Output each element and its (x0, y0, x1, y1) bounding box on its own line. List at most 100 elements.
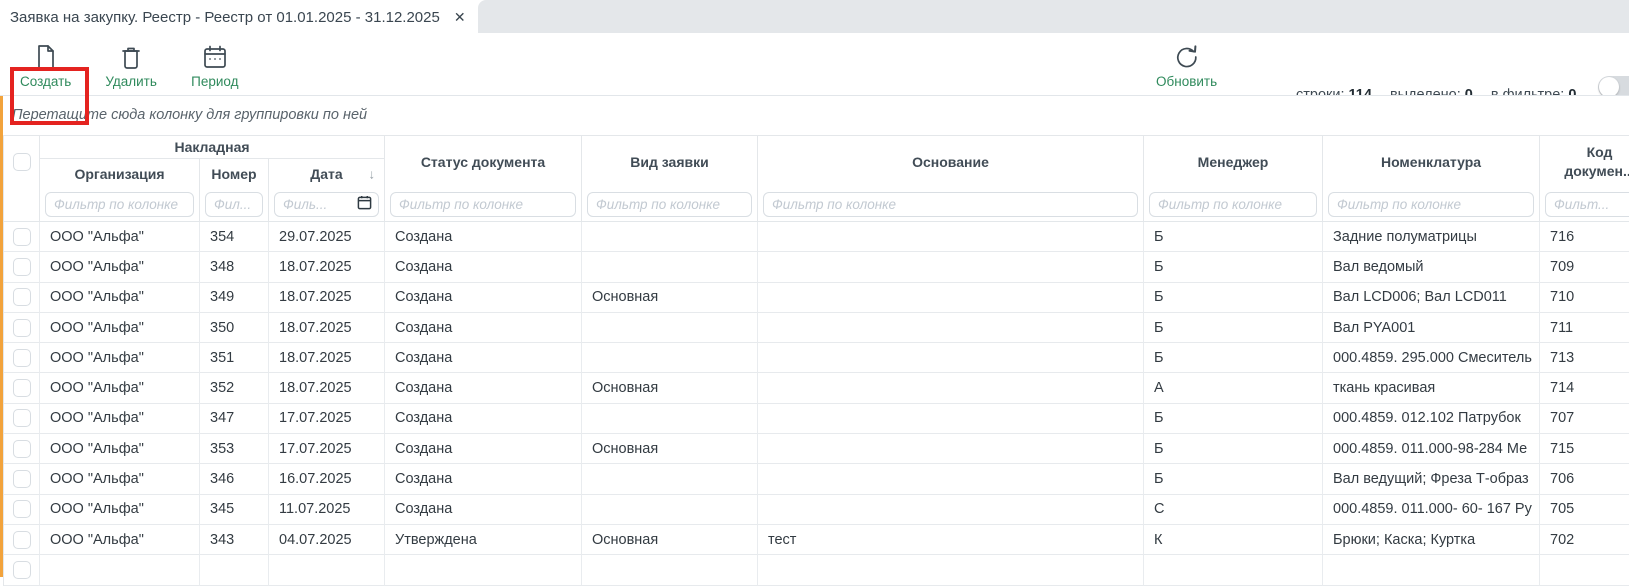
row-checkbox-cell (4, 373, 40, 403)
column-header-status[interactable]: Статус документа (385, 136, 582, 188)
row-checkbox[interactable] (13, 288, 31, 306)
refresh-button-label: Обновить (1156, 74, 1217, 89)
cell-mgr: Б (1144, 464, 1323, 494)
cell-date: 17.07.2025 (269, 434, 385, 464)
table-row[interactable]: ООО "Альфа"35118.07.2025СозданаБ000.4859… (4, 343, 1629, 373)
row-checkbox[interactable] (13, 228, 31, 246)
cell-org: ООО "Альфа" (40, 252, 200, 282)
row-checkbox-cell (4, 222, 40, 252)
column-header-number[interactable]: Номер (200, 159, 269, 188)
row-checkbox[interactable] (13, 379, 31, 397)
cell-vid: Основная (582, 283, 758, 313)
row-checkbox-cell (4, 252, 40, 282)
filter-input-number[interactable] (205, 192, 263, 217)
cell-org (40, 555, 200, 585)
row-checkbox[interactable] (13, 470, 31, 488)
row-checkbox[interactable] (13, 409, 31, 427)
table-row[interactable]: ООО "Альфа"34717.07.2025СозданаБ000.4859… (4, 404, 1629, 434)
cell-osn (758, 252, 1144, 282)
tab-close-icon[interactable]: ✕ (454, 10, 466, 24)
column-header-date[interactable]: Дата ↓ (269, 159, 385, 188)
row-checkbox[interactable] (13, 258, 31, 276)
column-header-organization[interactable]: Организация (40, 159, 200, 188)
column-group-nakladnaya[interactable]: Накладная (40, 136, 385, 159)
calendar-icon (202, 44, 228, 70)
cell-code: 706 (1540, 464, 1629, 494)
cell-mgr: Б (1144, 404, 1323, 434)
table-row[interactable]: ООО "Альфа"34304.07.2025УтвержденаОсновн… (4, 525, 1629, 555)
cell-org: ООО "Альфа" (40, 404, 200, 434)
refresh-button[interactable]: Обновить (1152, 38, 1221, 93)
cell-number: 343 (200, 525, 269, 555)
tab-active[interactable]: Заявка на закупку. Реестр - Реестр от 01… (0, 0, 478, 34)
filter-input-nomenclature[interactable] (1328, 192, 1534, 217)
cell-code: 715 (1540, 434, 1629, 464)
column-header-nomenclature[interactable]: Номенклатура (1323, 136, 1540, 188)
select-all-cell (4, 136, 40, 188)
row-checkbox[interactable] (13, 561, 31, 579)
table-row[interactable]: ООО "Альфа"35429.07.2025СозданаБЗадние п… (4, 222, 1629, 252)
delete-button[interactable]: Удалить (101, 38, 161, 93)
column-header-request-type[interactable]: Вид заявки (582, 136, 758, 188)
cell-osn (758, 373, 1144, 403)
trash-icon (119, 44, 143, 70)
cell-status: Создана (385, 464, 582, 494)
cell-date: 16.07.2025 (269, 464, 385, 494)
row-checkbox[interactable] (13, 500, 31, 518)
cell-org: ООО "Альфа" (40, 495, 200, 525)
period-button[interactable]: Период (187, 38, 243, 93)
table-row[interactable]: ООО "Альфа"34918.07.2025СозданаОсновнаяБ… (4, 283, 1629, 313)
row-checkbox-cell (4, 555, 40, 585)
table-row[interactable]: ООО "Альфа"35317.07.2025СозданаОсновнаяБ… (4, 434, 1629, 464)
cell-nom (1323, 555, 1540, 585)
tab-title: Заявка на закупку. Реестр - Реестр от 01… (10, 9, 440, 26)
row-checkbox[interactable] (13, 531, 31, 549)
cell-number: 345 (200, 495, 269, 525)
table-row[interactable]: ООО "Альфа"34616.07.2025СозданаБВал веду… (4, 464, 1629, 494)
cell-vid (582, 495, 758, 525)
row-checkbox[interactable] (13, 349, 31, 367)
cell-status (385, 555, 582, 585)
date-picker-icon[interactable] (357, 195, 372, 215)
column-header-manager[interactable]: Менеджер (1144, 136, 1323, 188)
cell-osn (758, 313, 1144, 343)
column-header-date-label: Дата (310, 166, 342, 182)
table-body: ООО "Альфа"35429.07.2025СозданаБЗадние п… (4, 222, 1629, 586)
filter-input-status[interactable] (390, 192, 576, 217)
filter-cell-organization (40, 188, 200, 222)
cell-date: 04.07.2025 (269, 525, 385, 555)
cell-mgr: А (1144, 373, 1323, 403)
filter-input-manager[interactable] (1149, 192, 1317, 217)
filter-input-request-type[interactable] (587, 192, 752, 217)
cell-date: 18.07.2025 (269, 283, 385, 313)
cell-vid (582, 313, 758, 343)
filter-input-organization[interactable] (45, 192, 194, 217)
create-button[interactable]: Создать (16, 38, 75, 93)
table-row[interactable]: ООО "Альфа"34818.07.2025СозданаБВал ведо… (4, 252, 1629, 282)
new-document-icon (34, 44, 58, 70)
cell-mgr: Б (1144, 313, 1323, 343)
select-all-checkbox[interactable] (13, 153, 31, 171)
table-row[interactable] (4, 555, 1629, 585)
filter-input-basis[interactable] (763, 192, 1138, 217)
group-by-drop-zone[interactable]: Перетащите сюда колонку для группировки … (0, 96, 1629, 135)
filter-cell-doc-code (1540, 188, 1629, 222)
table-row[interactable]: ООО "Альфа"34511.07.2025СозданаС000.4859… (4, 495, 1629, 525)
table-row[interactable]: ООО "Альфа"35018.07.2025СозданаБВал PYA0… (4, 313, 1629, 343)
cell-vid (582, 252, 758, 282)
row-checkbox[interactable] (13, 440, 31, 458)
cell-code: 702 (1540, 525, 1629, 555)
filter-input-doc-code[interactable] (1545, 192, 1629, 217)
row-checkbox-cell (4, 313, 40, 343)
filter-cell-request-type (582, 188, 758, 222)
cell-mgr: К (1144, 525, 1323, 555)
row-checkbox-cell (4, 343, 40, 373)
column-header-doc-code[interactable]: Код докумен... (1540, 136, 1629, 188)
column-header-basis[interactable]: Основание (758, 136, 1144, 188)
cell-org: ООО "Альфа" (40, 313, 200, 343)
cell-number: 352 (200, 373, 269, 403)
row-checkbox[interactable] (13, 319, 31, 337)
cell-code: 707 (1540, 404, 1629, 434)
cell-code: 710 (1540, 283, 1629, 313)
table-row[interactable]: ООО "Альфа"35218.07.2025СозданаОсновнаяА… (4, 373, 1629, 403)
